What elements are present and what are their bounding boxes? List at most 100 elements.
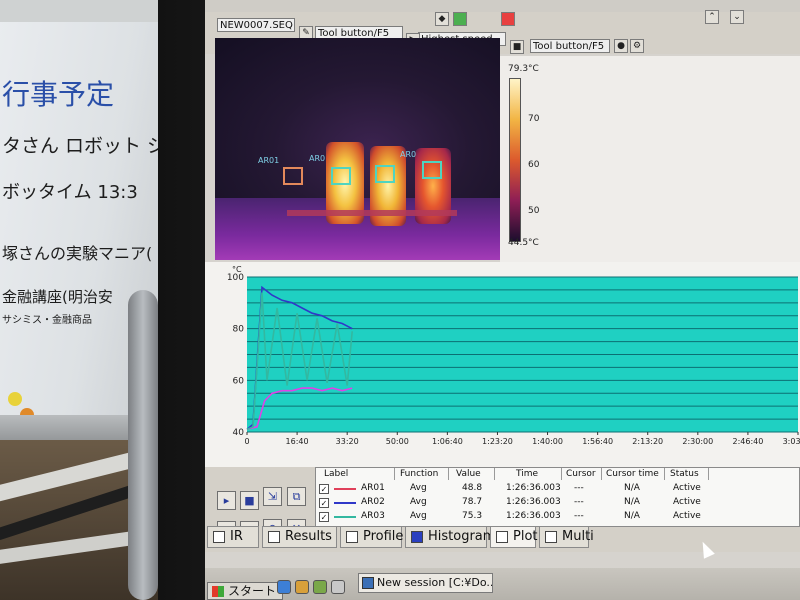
column-header: Function — [400, 469, 439, 479]
x-tick-label: 3:03:20 — [783, 437, 800, 446]
monitor-screen: NEW0007.SEQ Tool button/F5 Highest speed… — [205, 0, 800, 600]
x-tick-label: 1:06:40 — [432, 437, 463, 446]
column-header: Cursor — [566, 469, 596, 479]
column-header: Label — [324, 469, 349, 479]
thermal-image[interactable]: AR01 AR0 AR0 — [215, 38, 500, 260]
results-table: Label Function Value Time Cursor Cursor … — [315, 467, 800, 527]
row-checkbox[interactable]: ✓ — [319, 484, 329, 494]
row-cursor: --- — [574, 483, 584, 493]
column-header: Cursor time — [606, 469, 659, 479]
row-cursor-time: N/A — [624, 511, 640, 521]
multi-icon — [545, 531, 557, 543]
column-header: Value — [456, 469, 481, 479]
color-scale-bar[interactable] — [509, 78, 521, 242]
whiteboard-text: 行事予定 — [2, 78, 115, 111]
roi-label: AR01 — [258, 156, 280, 165]
camera-icon[interactable]: ● — [614, 39, 628, 53]
y-tick-label: 60 — [233, 376, 245, 386]
x-tick-label: 1:56:40 — [582, 437, 613, 446]
whiteboard-text: サシミス・金融商品 — [2, 315, 92, 326]
whiteboard-text: ボッタイム 13:3 — [2, 182, 138, 203]
color-scale-panel: 79.3°C 70 60 50 44.5°C — [500, 56, 800, 262]
series-swatch — [334, 502, 356, 504]
scale-tick: 50 — [528, 206, 540, 216]
tab-results[interactable]: Results — [262, 526, 337, 548]
table-row[interactable]: ✓ AR01 Avg 48.8 1:26:36.003 --- N/A Acti… — [316, 483, 800, 496]
row-checkbox[interactable]: ✓ — [319, 498, 329, 508]
record-icon[interactable] — [501, 12, 515, 26]
taskbar-session-item[interactable]: New session [C:¥Do... — [358, 573, 493, 593]
x-tick-label: 2:13:20 — [632, 437, 663, 446]
x-tick-label: 33:20 — [336, 437, 359, 446]
toolbar-icon[interactable] — [453, 12, 467, 26]
row-cursor: --- — [574, 497, 584, 507]
ir-icon — [213, 531, 225, 543]
settings-icon[interactable]: ⚙ — [630, 39, 644, 53]
start-button[interactable]: スタート — [207, 582, 284, 600]
row-function: Avg — [410, 483, 427, 493]
folder-icon[interactable] — [295, 580, 309, 594]
stop-icon[interactable]: ■ — [510, 40, 524, 54]
tab-profile[interactable]: Profile — [340, 526, 403, 548]
table-row[interactable]: ✓ AR02 Avg 78.7 1:26:36.003 --- N/A Acti… — [316, 497, 800, 510]
app-icon[interactable] — [331, 580, 345, 594]
row-label: AR01 — [361, 483, 385, 493]
toolbar-icon[interactable]: ⌃ — [705, 10, 719, 24]
row-checkbox[interactable]: ✓ — [319, 512, 329, 522]
series-swatch — [334, 488, 356, 490]
tab-multi[interactable]: Multi — [539, 526, 594, 548]
roi-box-ar02[interactable] — [331, 167, 351, 185]
row-value: 78.7 — [462, 497, 483, 507]
toolbar-icon[interactable]: ◆ — [435, 12, 449, 26]
row-time: 1:26:36.003 — [506, 497, 561, 507]
ie-icon[interactable] — [277, 580, 291, 594]
row-function: Avg — [410, 497, 427, 507]
row-status: Active — [673, 511, 701, 521]
magnet — [8, 392, 22, 406]
scale-min-label: 44.5°C — [508, 238, 539, 248]
cable — [128, 290, 158, 600]
whiteboard-text: 金融講座(明治安 — [2, 288, 113, 306]
copy-button[interactable]: ⧉ — [287, 487, 306, 506]
row-time: 1:26:36.003 — [506, 483, 561, 493]
whiteboard-frame — [0, 0, 170, 22]
row-cursor-time: N/A — [624, 497, 640, 507]
scale-tick: 60 — [528, 160, 540, 170]
x-tick-label: 0 — [244, 437, 249, 446]
stop-button[interactable]: ■ — [240, 491, 259, 510]
row-label: AR02 — [361, 497, 385, 507]
toolbar-icon[interactable]: ⌄ — [730, 10, 744, 24]
x-tick-label: 50:00 — [386, 437, 409, 446]
roi-box-ar04[interactable] — [422, 161, 442, 179]
roi-label: AR0 — [309, 154, 326, 163]
row-cursor: --- — [574, 511, 584, 521]
play-button[interactable]: ▸ — [217, 491, 236, 510]
y-tick-label: 80 — [233, 325, 245, 335]
tab-ir[interactable]: IR — [207, 526, 259, 548]
row-value: 75.3 — [462, 511, 483, 521]
column-header: Time — [516, 469, 539, 479]
roi-box-ar01[interactable] — [283, 167, 303, 185]
taskbar: スタート New session [C:¥Do... — [205, 568, 800, 600]
y-tick-label: 40 — [233, 428, 245, 438]
row-label: AR03 — [361, 511, 385, 521]
scale-tick: 70 — [528, 114, 540, 124]
table-row[interactable]: ✓ AR03 Avg 75.3 1:26:36.003 --- N/A Acti… — [316, 511, 800, 524]
row-status: Active — [673, 483, 701, 493]
export-button[interactable]: ⇲ — [263, 487, 282, 506]
tool-button-2[interactable]: Tool button/F5 — [530, 39, 610, 53]
scale-max-label: 79.3°C — [508, 64, 539, 74]
x-tick-label: 2:30:00 — [682, 437, 713, 446]
row-function: Avg — [410, 511, 427, 521]
tab-histogram[interactable]: Histogram — [405, 526, 495, 548]
y-tick-label: 100 — [227, 273, 244, 283]
app-icon[interactable] — [313, 580, 327, 594]
row-status: Active — [673, 497, 701, 507]
results-icon — [268, 531, 280, 543]
roi-box-ar03[interactable] — [375, 165, 395, 183]
temperature-plot[interactable]: 100 80 60 400 16:40 33:20 50:00 1:06:40 1:23:20 1… — [205, 262, 800, 467]
whiteboard-text: 塚さんの実験マニア( — [2, 244, 153, 263]
sequence-file-field[interactable]: NEW0007.SEQ — [217, 18, 295, 32]
plot-icon — [496, 531, 508, 543]
tab-plot[interactable]: Plot — [490, 526, 538, 548]
